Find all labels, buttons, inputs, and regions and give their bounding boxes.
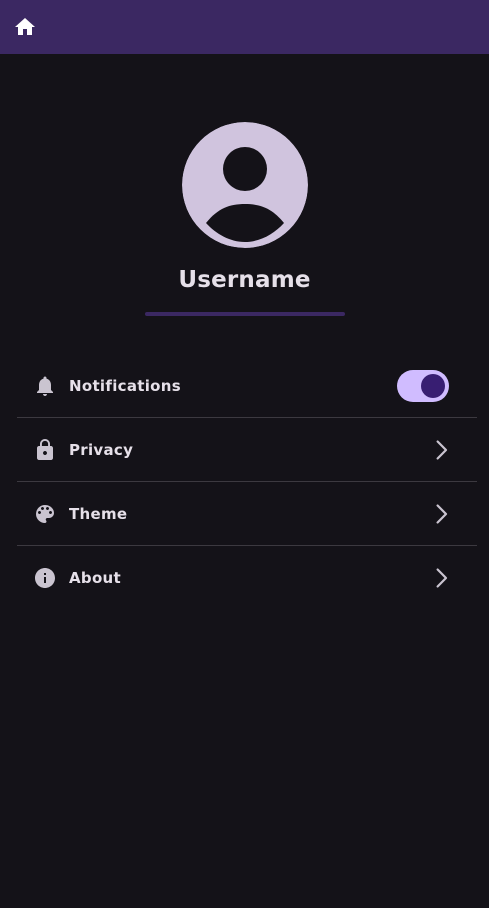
username-underline xyxy=(144,312,345,316)
settings-item-privacy[interactable]: Privacy xyxy=(17,418,477,482)
settings-screen: Username Notifications Privacy Theme Abo… xyxy=(0,0,489,908)
account-circle-icon xyxy=(181,122,308,248)
username-label: Username xyxy=(178,267,311,293)
bell-icon xyxy=(33,374,57,398)
lock-icon xyxy=(33,438,57,462)
settings-list: Notifications Privacy Theme About xyxy=(17,354,477,609)
chevron-right-icon xyxy=(429,566,453,590)
info-icon xyxy=(33,566,57,590)
settings-item-about[interactable]: About xyxy=(17,546,477,609)
settings-item-notifications[interactable]: Notifications xyxy=(17,354,477,418)
toggle-thumb xyxy=(421,374,445,398)
app-bar xyxy=(0,0,489,54)
settings-item-label: Theme xyxy=(69,505,128,523)
settings-item-theme[interactable]: Theme xyxy=(17,482,477,546)
home-icon[interactable] xyxy=(13,15,37,39)
settings-item-label: Privacy xyxy=(69,441,134,459)
profile-section: Username xyxy=(0,122,489,316)
palette-icon xyxy=(33,502,57,526)
chevron-right-icon xyxy=(429,438,453,462)
settings-item-label: About xyxy=(69,569,122,587)
notifications-toggle[interactable] xyxy=(397,370,449,402)
settings-item-label: Notifications xyxy=(69,377,181,395)
chevron-right-icon xyxy=(429,502,453,526)
